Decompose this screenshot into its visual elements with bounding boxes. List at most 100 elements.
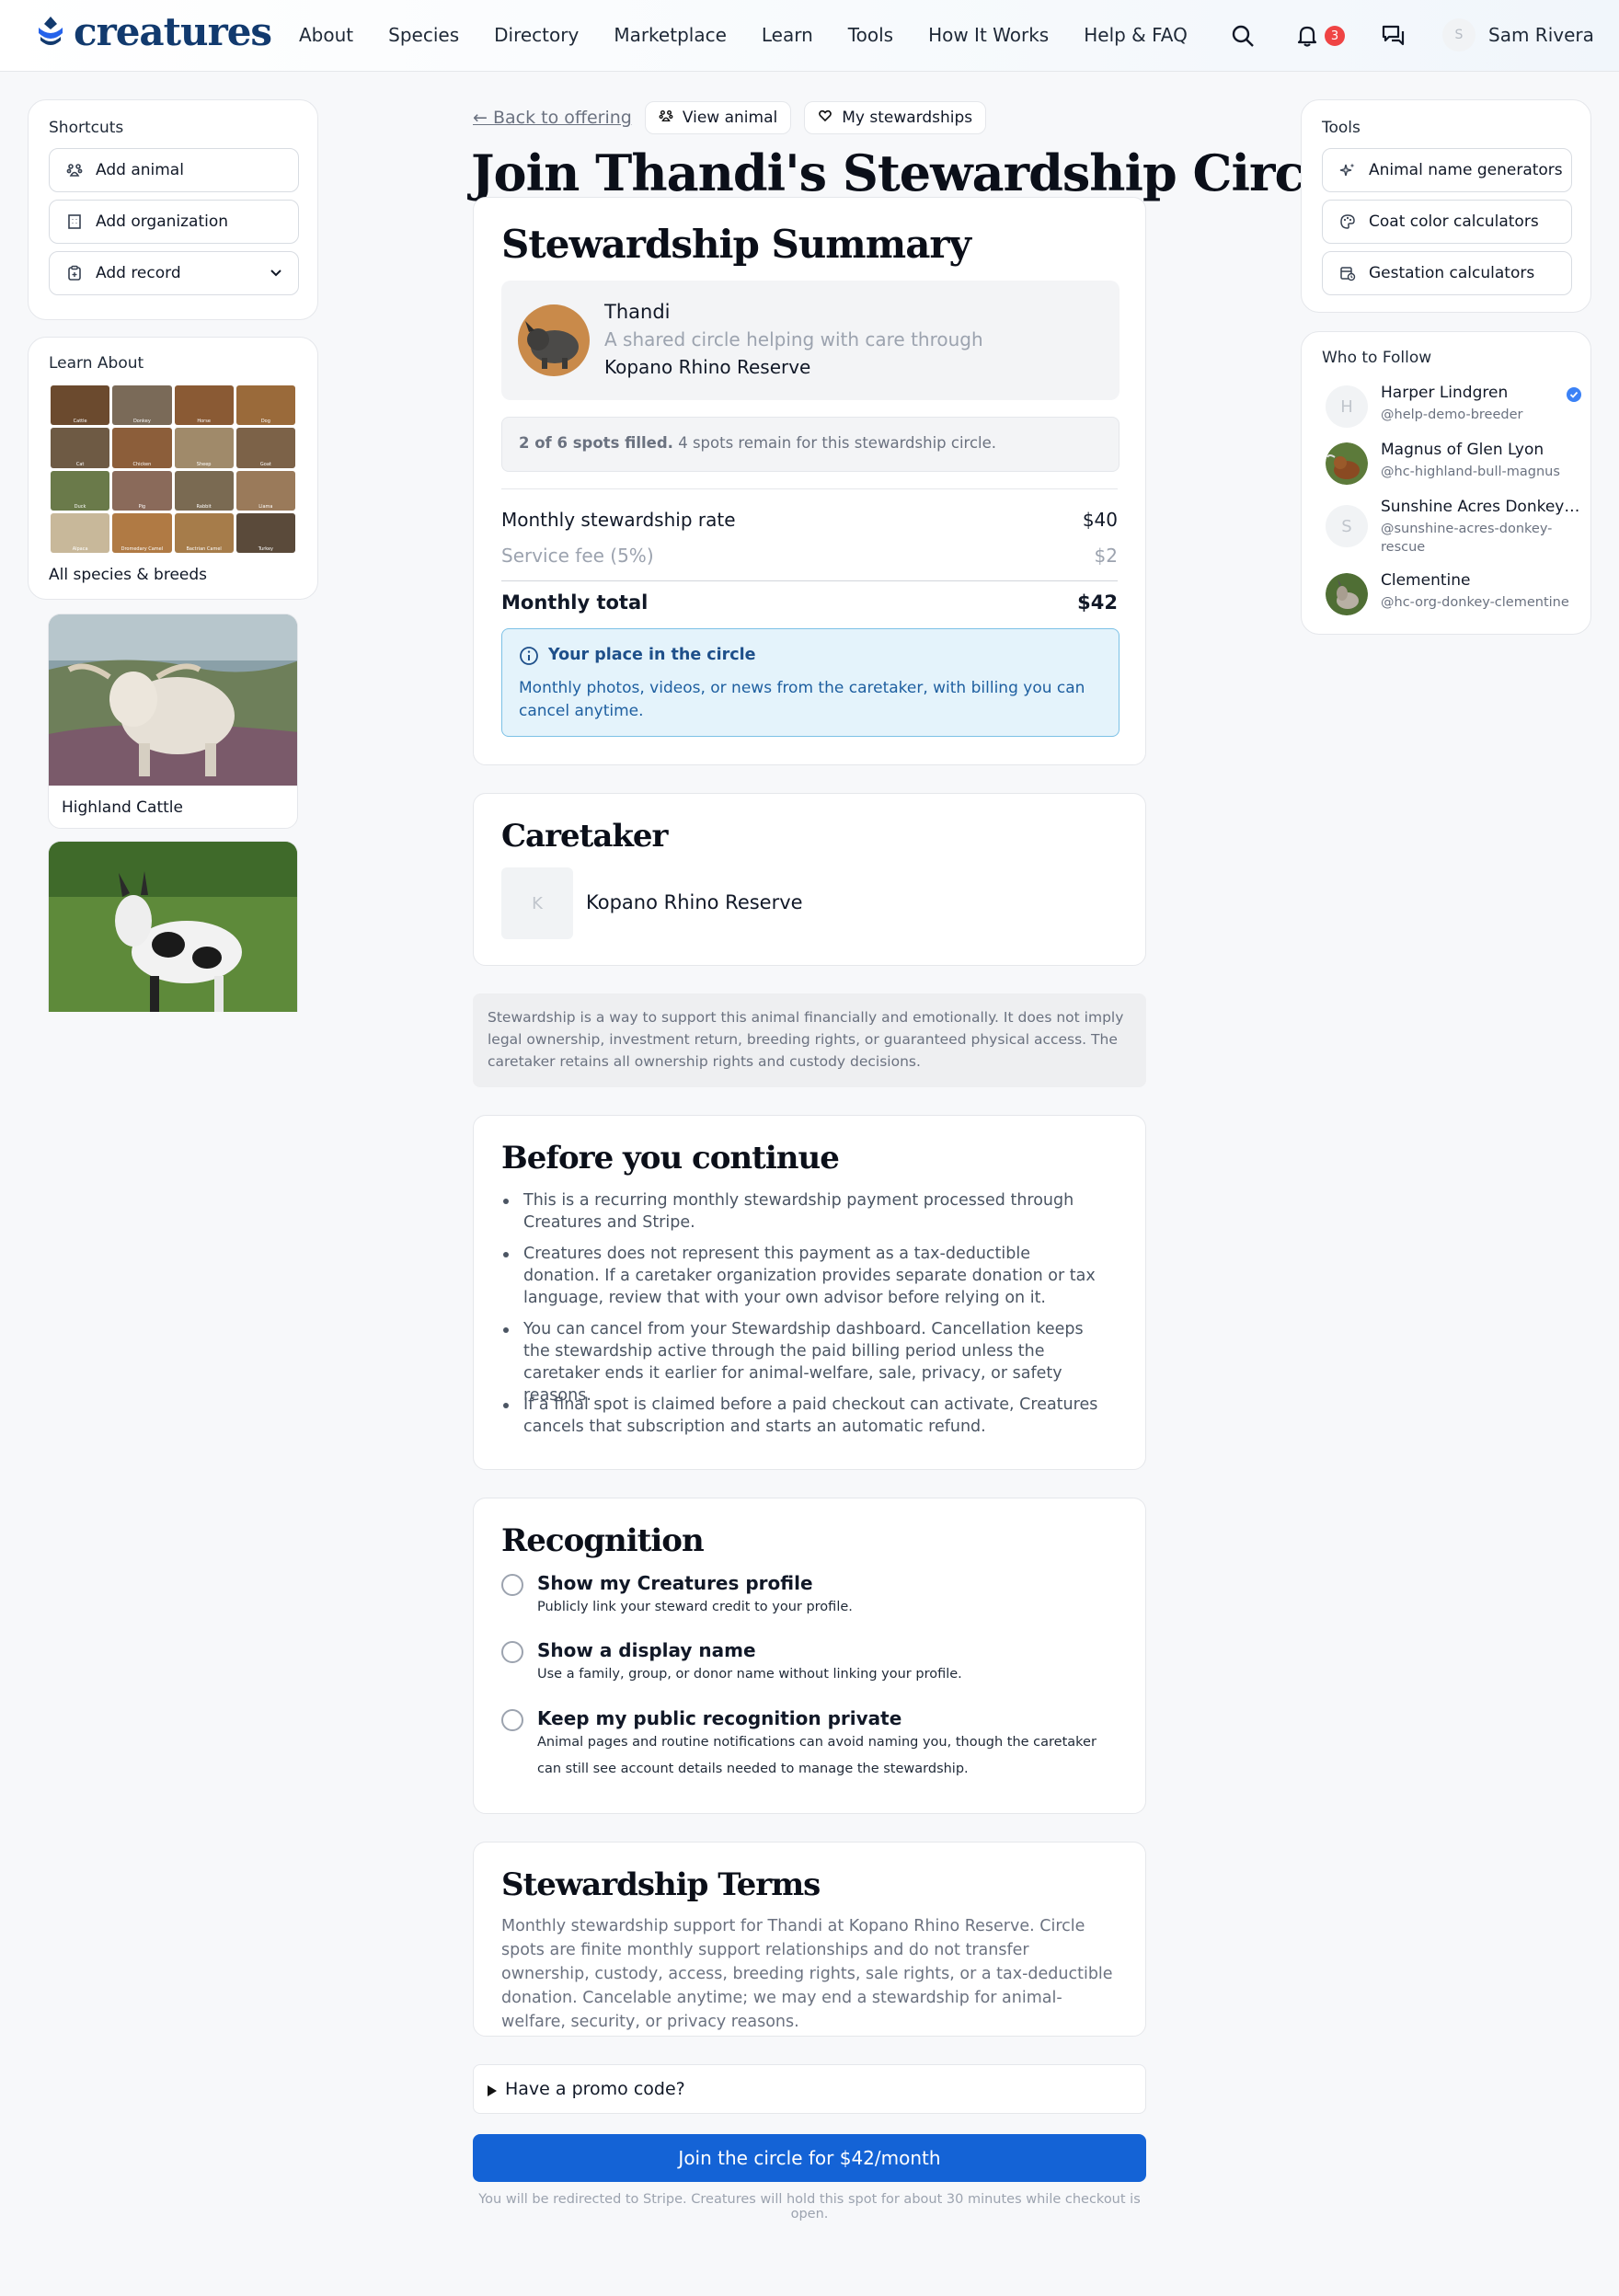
option-description: Animal pages and routine notifications c…: [537, 1735, 1097, 1776]
species-tile-label: Llama: [258, 503, 273, 510]
nav-tools[interactable]: Tools: [848, 24, 893, 46]
back-to-offering-link[interactable]: ← Back to offering: [473, 108, 632, 128]
species-tile[interactable]: Dromedary Camel: [112, 512, 172, 553]
option-title[interactable]: Keep my public recognition private: [537, 1707, 901, 1729]
paw-icon: [66, 162, 83, 178]
fee-row: Service fee (5%) $2: [501, 545, 1118, 567]
species-tile-label: Cattle: [73, 419, 87, 425]
stewardship-terms-card: Stewardship Terms Monthly stewardship su…: [473, 1842, 1146, 2037]
follow-handle: @help-demo-breeder: [1381, 408, 1523, 422]
user-name: Sam Rivera: [1488, 24, 1594, 46]
nav-how-it-works[interactable]: How It Works: [928, 24, 1049, 46]
species-tile[interactable]: Cattle: [51, 385, 110, 426]
building-icon: [66, 213, 83, 230]
add-animal-button[interactable]: Add animal: [49, 148, 299, 192]
follow-suggestion[interactable]: Magnus of Glen Lyon @hc-highland-bull-ma…: [1326, 441, 1583, 487]
follow-name: Sunshine Acres Donkey Rescue: [1381, 498, 1583, 516]
animal-description: A shared circle helping with care throug…: [604, 328, 983, 350]
avatar: [1326, 442, 1368, 485]
species-tile-label: Dromedary Camel: [121, 546, 164, 552]
tools-card: Tools Animal name generators Coat color …: [1301, 99, 1591, 313]
tool-label: Coat color calculators: [1369, 212, 1539, 231]
species-tile[interactable]: Alpaca: [51, 512, 110, 553]
featured-highland-cattle[interactable]: Highland Cattle: [48, 614, 298, 829]
learn-about-card: Learn About Cattle Donkey Horse Dog Cat Chick…: [28, 337, 318, 600]
verified-icon: [1567, 387, 1581, 406]
animal-name-generators-button[interactable]: Animal name generators: [1322, 148, 1572, 192]
species-grid[interactable]: Cattle Donkey Horse Dog Cat Chicken Sheep Goat D…: [51, 385, 295, 553]
info-text: Monthly photos, videos, or news from the…: [519, 679, 1085, 720]
nav-learn[interactable]: Learn: [762, 24, 813, 46]
gestation-calculators-button[interactable]: Gestation calculators: [1322, 251, 1572, 295]
chevron-down-icon[interactable]: [269, 266, 283, 285]
messages-icon[interactable]: [1376, 18, 1411, 53]
who-to-follow-card: Who to Follow H Harper Lindgren @help-de…: [1301, 331, 1591, 635]
species-tile-label: Duck: [74, 503, 86, 510]
palette-icon: [1339, 213, 1356, 230]
follow-suggestion[interactable]: S Sunshine Acres Donkey Rescue @sunshine…: [1326, 498, 1583, 558]
list-item: Creatures does not represent this paymen…: [501, 1243, 1099, 1309]
search-icon[interactable]: [1225, 18, 1260, 53]
rate-row: Monthly stewardship rate $40: [501, 509, 1118, 531]
animal-summary[interactable]: Thandi A shared circle helping with care…: [501, 281, 1120, 400]
species-tile-label: Bactrian Camel: [186, 546, 222, 552]
radio-display-name[interactable]: [501, 1641, 523, 1663]
sparkles-icon: [1339, 162, 1356, 178]
terms-title: Stewardship Terms: [501, 1866, 821, 1903]
before-title: Before you continue: [501, 1140, 840, 1177]
species-tile[interactable]: Bactrian Camel: [174, 512, 234, 553]
species-tile[interactable]: Duck: [51, 470, 110, 511]
fee-value: $2: [1094, 545, 1118, 567]
user-menu[interactable]: S Sam Rivera: [1442, 18, 1594, 52]
bell-icon[interactable]: [1290, 18, 1325, 53]
option-description: Publicly link your steward credit to you…: [537, 1600, 853, 1614]
add-organization-button[interactable]: Add organization: [49, 200, 299, 244]
tool-label: Animal name generators: [1369, 161, 1563, 179]
option-title[interactable]: Show my Creatures profile: [537, 1572, 813, 1594]
stewardship-disclaimer: Stewardship is a way to support this ani…: [473, 993, 1146, 1087]
view-animal-button[interactable]: View animal: [644, 101, 792, 134]
featured-donkey[interactable]: [48, 841, 298, 1012]
radio-show-profile[interactable]: [501, 1574, 523, 1596]
species-tile[interactable]: Rabbit: [174, 470, 234, 511]
join-circle-button[interactable]: Join the circle for $42/month: [473, 2134, 1146, 2182]
species-tile[interactable]: Chicken: [112, 428, 172, 468]
species-tile[interactable]: Cat: [51, 428, 110, 468]
radio-keep-private[interactable]: [501, 1709, 523, 1731]
main-nav: About Species Directory Marketplace Lear…: [299, 24, 1223, 46]
species-tile-label: Rabbit: [196, 503, 212, 510]
highland-cattle-image: [49, 614, 297, 786]
clipboard-icon: [66, 265, 83, 281]
promo-code-toggle[interactable]: Have a promo code?: [473, 2064, 1146, 2114]
add-record-button[interactable]: Add record: [49, 251, 299, 295]
species-tile-label: Dog: [260, 419, 270, 425]
species-tile-label: Cat: [75, 461, 85, 467]
follow-name: Clementine: [1381, 571, 1471, 590]
donkey-image: [49, 842, 297, 1012]
follow-suggestion[interactable]: Clementine @hc-org-donkey-clementine: [1326, 571, 1583, 617]
who-to-follow-title: Who to Follow: [1322, 349, 1432, 367]
caretaker-name[interactable]: Kopano Rhino Reserve: [586, 891, 803, 913]
all-species-link[interactable]: All species & breeds: [49, 566, 207, 584]
nav-about[interactable]: About: [299, 24, 353, 46]
option-title[interactable]: Show a display name: [537, 1639, 756, 1661]
follow-suggestion[interactable]: H Harper Lindgren @help-demo-breeder: [1326, 384, 1583, 430]
nav-help-faq[interactable]: Help & FAQ: [1084, 24, 1188, 46]
nav-marketplace[interactable]: Marketplace: [614, 24, 727, 46]
avatar: [1326, 573, 1368, 615]
my-stewardships-button[interactable]: My stewardships: [804, 101, 987, 134]
follow-handle: @hc-org-donkey-clementine: [1381, 595, 1569, 610]
species-tile[interactable]: Horse: [174, 385, 234, 426]
species-tile[interactable]: Dog: [235, 385, 295, 426]
brand-logo[interactable]: creatures: [35, 13, 272, 52]
nav-species[interactable]: Species: [388, 24, 459, 46]
species-tile[interactable]: Llama: [235, 470, 295, 511]
species-tile[interactable]: Sheep: [174, 428, 234, 468]
species-tile[interactable]: Goat: [235, 428, 295, 468]
calendar-clock-icon: [1339, 265, 1356, 281]
species-tile[interactable]: Donkey: [112, 385, 172, 426]
species-tile[interactable]: Turkey: [235, 512, 295, 553]
coat-color-calculators-button[interactable]: Coat color calculators: [1322, 200, 1572, 244]
species-tile[interactable]: Pig: [112, 470, 172, 511]
nav-directory[interactable]: Directory: [494, 24, 579, 46]
